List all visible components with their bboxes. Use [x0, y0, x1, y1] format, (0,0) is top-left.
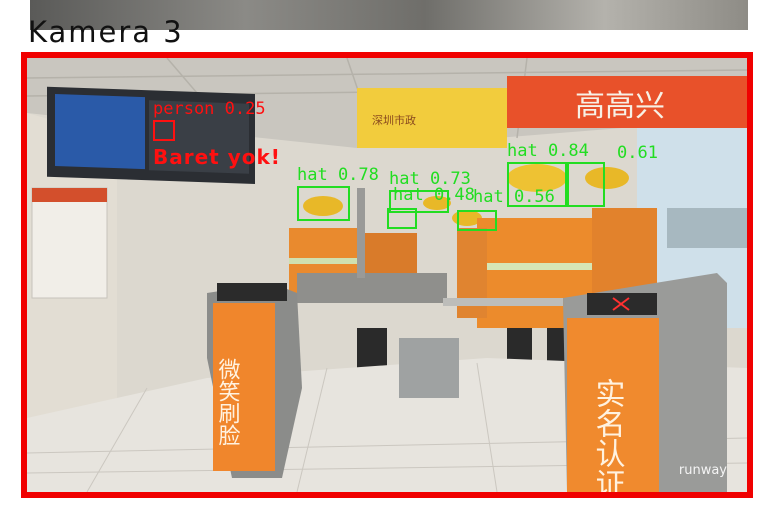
- hat-detection-box: [387, 208, 417, 229]
- camera-scene: 高高兴 深圳市政 微笑刷脸 实名认证: [27, 58, 747, 492]
- logo-sign-text: 深圳市政: [372, 113, 416, 127]
- hat-detection-label: 0.61: [617, 143, 658, 163]
- hat-detection-label: hat 0.84: [507, 141, 589, 161]
- camera-title: Kamera 3: [28, 15, 184, 49]
- banner-sign-text: 高高兴: [575, 89, 665, 124]
- no-helmet-alert: Baret yok!: [153, 145, 281, 169]
- hat-detection-box: [297, 186, 350, 221]
- hat-detection-box: [457, 210, 497, 231]
- left-gate-text: 微笑刷脸: [215, 358, 241, 446]
- hat-detection-label: hat 0.78: [297, 165, 379, 185]
- hat-detection-box: [507, 162, 567, 207]
- hat-detection-box: [567, 162, 605, 207]
- person-detection-box: [153, 120, 175, 141]
- person-detection-label: person 0.25: [153, 99, 266, 119]
- watermark: runway: [678, 463, 727, 478]
- hat-detection-label: hat 0.48: [393, 185, 475, 205]
- right-gate-text: 实名认证: [590, 378, 625, 492]
- camera-feed-frame: 高高兴 深圳市政 微笑刷脸 实名认证 person 0.25 Baret yok…: [21, 52, 753, 498]
